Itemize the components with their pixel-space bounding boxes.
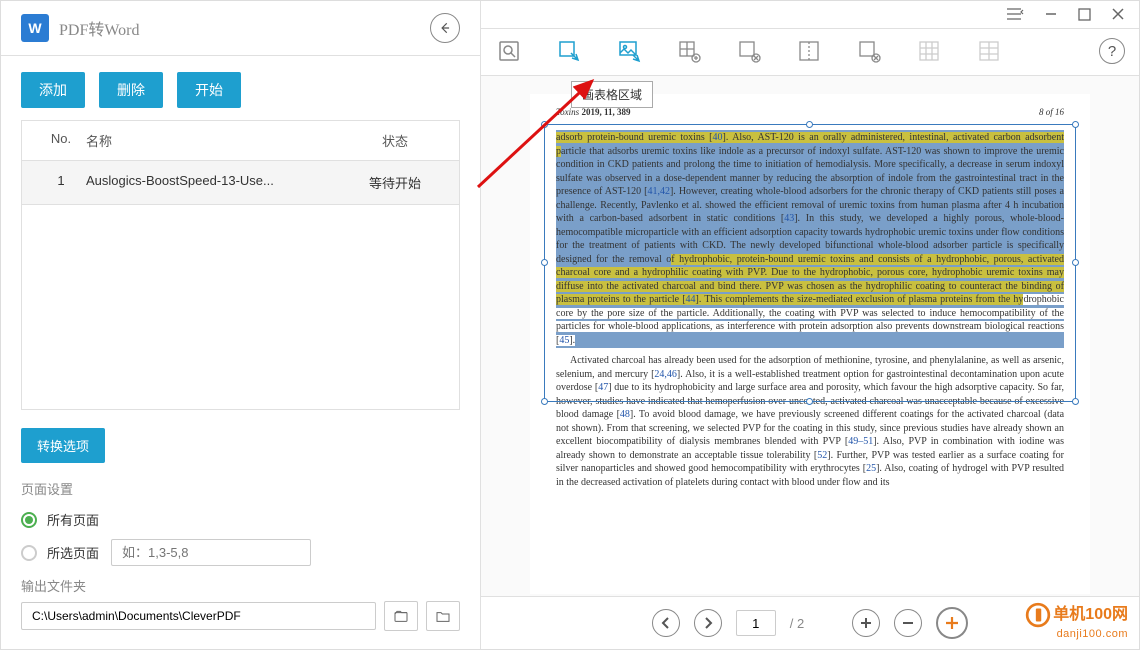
draw-text-area-icon[interactable] — [555, 37, 583, 65]
output-folder-label: 输出文件夹 — [21, 576, 460, 595]
resize-handle[interactable] — [541, 398, 548, 405]
selected-pages-radio[interactable] — [21, 545, 37, 561]
remove-table-icon[interactable] — [735, 37, 763, 65]
maximize-button[interactable] — [1078, 8, 1091, 24]
table-grid-alt-icon[interactable] — [975, 37, 1003, 65]
help-button[interactable]: ? — [1099, 38, 1125, 64]
resize-handle[interactable] — [541, 121, 548, 128]
delete-button[interactable]: 删除 — [99, 72, 163, 108]
page-range-input[interactable] — [111, 539, 311, 566]
all-pages-radio[interactable] — [21, 512, 37, 528]
tooltip: 画表格区域 — [571, 81, 653, 108]
page-title: PDF转Word — [59, 16, 140, 40]
close-button[interactable] — [1111, 7, 1125, 24]
watermark: 单机100网 danji100.com — [1025, 602, 1128, 640]
fit-button[interactable] — [936, 607, 968, 639]
document-page: Toxins 2019, 11, 389 8 of 16 adsorb prot… — [530, 94, 1090, 594]
col-no: No. — [36, 131, 86, 150]
resize-handle[interactable] — [806, 121, 813, 128]
all-pages-label: 所有页面 — [47, 510, 99, 529]
selected-pages-label: 所选页面 — [47, 543, 99, 562]
table-grid-icon[interactable] — [915, 37, 943, 65]
file-table: No. 名称 状态 1 Auslogics-BoostSpeed-13-Use.… — [21, 120, 460, 410]
col-status: 状态 — [345, 131, 445, 150]
draw-image-area-icon[interactable] — [615, 37, 643, 65]
next-page-button[interactable] — [694, 609, 722, 637]
minimize-button[interactable] — [1044, 7, 1058, 24]
page-total: / 2 — [790, 616, 804, 631]
zoom-out-button[interactable] — [894, 609, 922, 637]
convert-options-button[interactable]: 转换选项 — [21, 428, 105, 463]
resize-handle[interactable] — [1072, 121, 1079, 128]
back-button[interactable] — [430, 13, 460, 43]
document-text: adsorb protein-bound uremic toxins [40].… — [556, 130, 1064, 348]
add-table-icon[interactable] — [675, 37, 703, 65]
row-status: 等待开始 — [345, 173, 445, 192]
row-name: Auslogics-BoostSpeed-13-Use... — [86, 173, 345, 192]
page-number-input[interactable] — [736, 610, 776, 636]
resize-handle[interactable] — [1072, 398, 1079, 405]
table-row[interactable]: 1 Auslogics-BoostSpeed-13-Use... 等待开始 — [22, 161, 459, 205]
logo-icon — [1025, 602, 1051, 628]
resize-handle[interactable] — [541, 259, 548, 266]
page-settings-label: 页面设置 — [21, 479, 460, 498]
add-button[interactable]: 添加 — [21, 72, 85, 108]
start-button[interactable]: 开始 — [177, 72, 241, 108]
open-folder-button[interactable] — [384, 601, 418, 631]
remove-area-icon[interactable] — [855, 37, 883, 65]
zoom-in-button[interactable] — [852, 609, 880, 637]
document-viewport[interactable]: Toxins 2019, 11, 389 8 of 16 adsorb prot… — [481, 76, 1139, 596]
row-no: 1 — [36, 173, 86, 192]
preview-icon[interactable] — [495, 37, 523, 65]
menu-icon[interactable] — [1006, 7, 1024, 24]
split-vertical-icon[interactable] — [795, 37, 823, 65]
output-path-input[interactable] — [21, 602, 376, 630]
col-name: 名称 — [86, 131, 345, 150]
resize-handle[interactable] — [1072, 259, 1079, 266]
browse-folder-button[interactable] — [426, 601, 460, 631]
word-app-icon: W — [21, 14, 49, 42]
document-text: Activated charcoal has already been used… — [556, 354, 1064, 489]
prev-page-button[interactable] — [652, 609, 680, 637]
